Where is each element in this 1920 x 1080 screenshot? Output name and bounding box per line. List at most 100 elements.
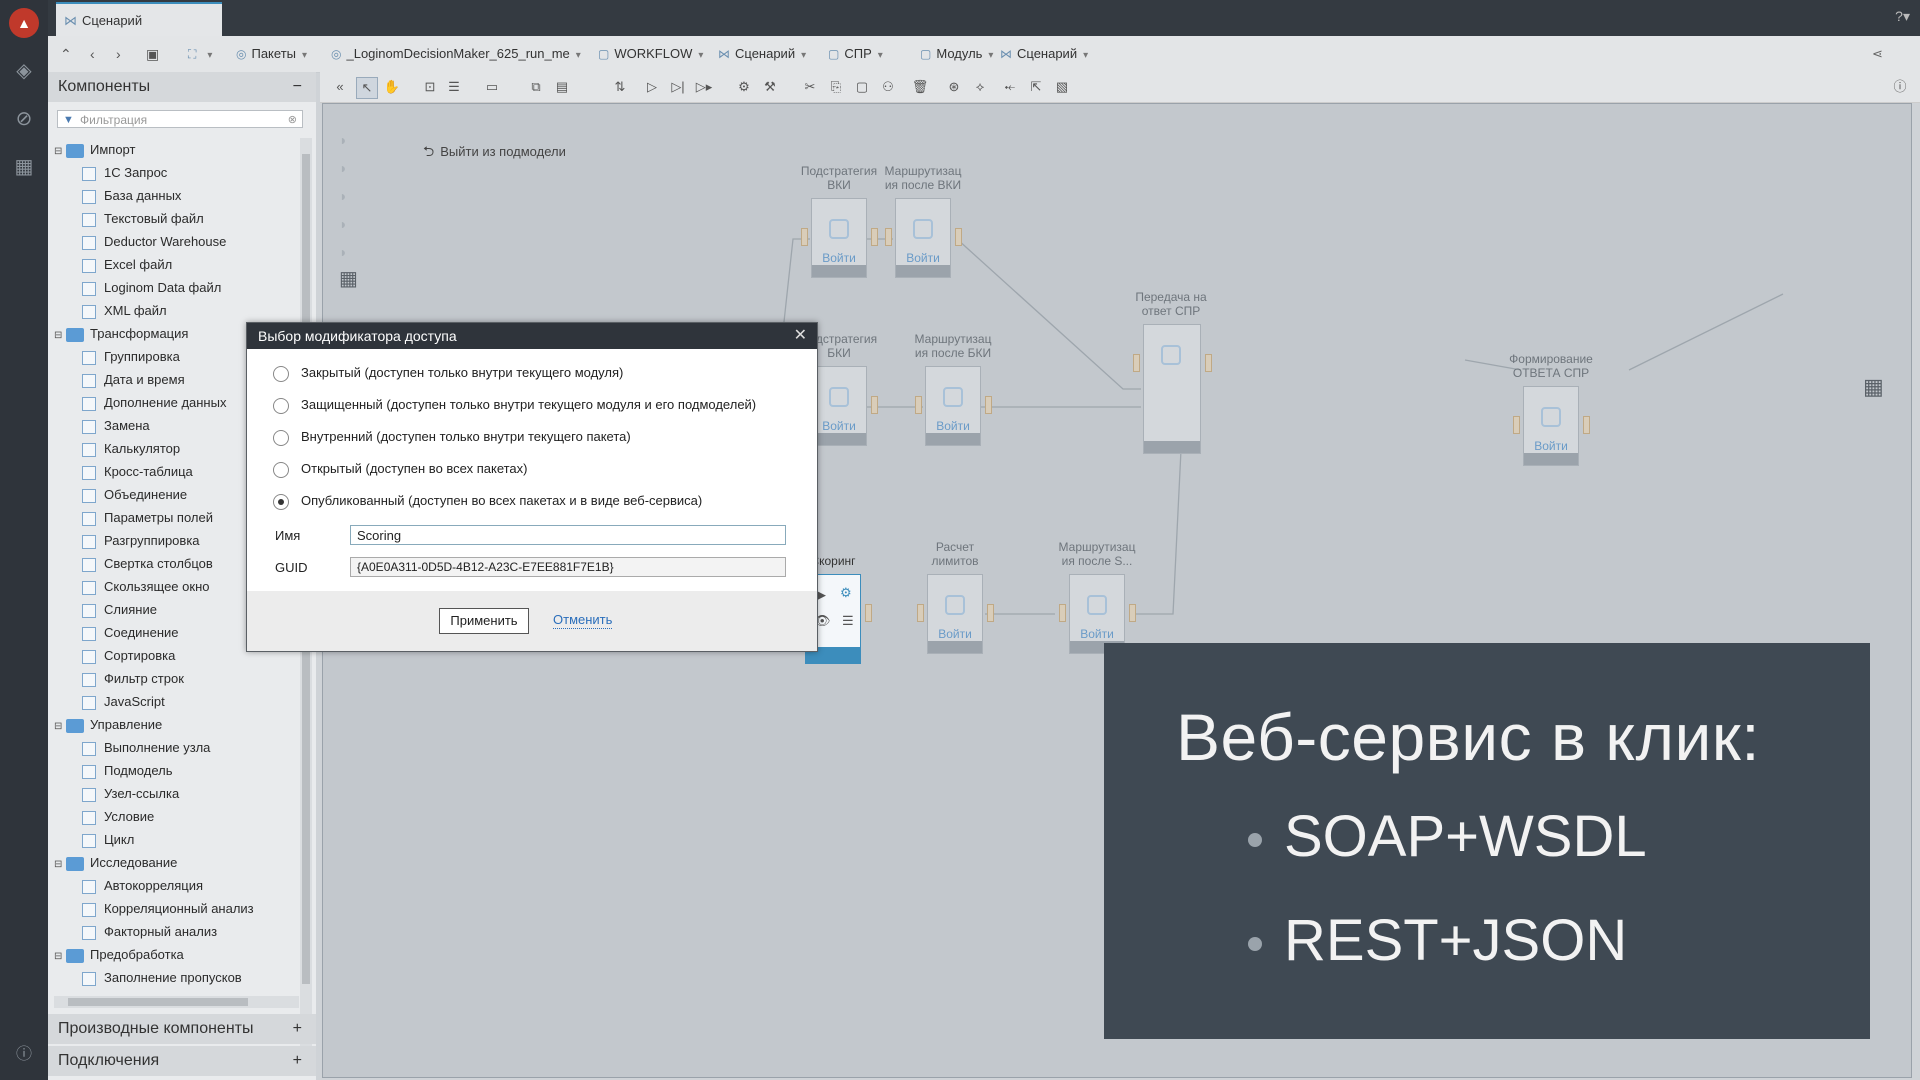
- access-option-radio[interactable]: Закрытый (доступен только внутри текущег…: [273, 363, 623, 383]
- back-up-button[interactable]: ⌃: [60, 36, 72, 72]
- connect-icon[interactable]: ⟡: [970, 77, 990, 97]
- tree-horizontal-scrollbar[interactable]: [54, 996, 299, 1008]
- workflow-node-marsh-vki[interactable]: Войти: [895, 198, 951, 278]
- breadcrumb-root[interactable]: ⛶ ▾: [188, 36, 212, 72]
- tree-item[interactable]: Заполнение пропусков: [82, 966, 242, 989]
- workflow-node-raschet[interactable]: Войти: [927, 574, 983, 654]
- collapse-toggle-icon[interactable]: ⊟: [54, 945, 66, 968]
- save-icon[interactable]: ▣: [146, 36, 159, 72]
- help-icon[interactable]: ?▾: [1895, 8, 1910, 25]
- configure-icon[interactable]: ⚒: [760, 77, 780, 97]
- tree-folder[interactable]: ⊟ Трансформация: [54, 322, 188, 345]
- tree-item[interactable]: Скользящее окно: [82, 575, 209, 598]
- fit-view-icon[interactable]: ⊡: [420, 77, 440, 97]
- close-icon[interactable]: ✕: [794, 323, 807, 349]
- tree-item[interactable]: JavaScript: [82, 690, 165, 713]
- pointer-tool-icon[interactable]: ↖: [356, 77, 378, 99]
- tree-item[interactable]: Loginom Data файл: [82, 276, 221, 299]
- cancel-link[interactable]: Отменить: [553, 612, 613, 629]
- tree-item[interactable]: Дата и время: [82, 368, 185, 391]
- output-port[interactable]: [871, 396, 878, 414]
- info-icon[interactable]: ⓘ: [1890, 77, 1910, 97]
- copy-icon[interactable]: ⎘: [826, 77, 846, 97]
- input-port[interactable]: [1133, 354, 1140, 372]
- breadcrumb-spr[interactable]: ▢ СПР ▾: [828, 36, 883, 72]
- workflow-node-peredacha[interactable]: [1143, 324, 1201, 454]
- guid-field[interactable]: [350, 557, 786, 577]
- tree-item[interactable]: Excel файл: [82, 253, 172, 276]
- tree-item[interactable]: Deductor Warehouse: [82, 230, 226, 253]
- tree-item[interactable]: Разгруппировка: [82, 529, 200, 552]
- grid-icon[interactable]: ▦: [339, 266, 358, 291]
- compass-icon[interactable]: ⊘: [9, 104, 39, 134]
- workflow-node-marsh-bki[interactable]: Войти: [925, 366, 981, 446]
- connections-section[interactable]: Подключения +: [48, 1046, 316, 1076]
- table-icon[interactable]: ▦: [9, 152, 39, 182]
- exit-submodel-button[interactable]: ⮌ Выйти из подмодели: [423, 141, 566, 165]
- collapse-icon[interactable]: −: [293, 72, 302, 102]
- enter-link[interactable]: Войти: [926, 419, 980, 433]
- grid-icon[interactable]: ▦: [1863, 374, 1884, 400]
- output-port[interactable]: [955, 228, 962, 246]
- tree-item[interactable]: Параметры полей: [82, 506, 213, 529]
- output-port[interactable]: [987, 604, 994, 622]
- tree-item[interactable]: Слияние: [82, 598, 157, 621]
- tree-item[interactable]: Условие: [82, 805, 154, 828]
- output-port[interactable]: [1583, 416, 1590, 434]
- settings-icon[interactable]: ⚙: [840, 585, 852, 601]
- info-icon[interactable]: ⓘ: [9, 1040, 39, 1070]
- enter-link[interactable]: Войти: [1070, 627, 1124, 641]
- app-logo-icon[interactable]: ▲: [9, 8, 39, 38]
- output-port[interactable]: [1205, 354, 1212, 372]
- tree-item[interactable]: Корреляционный анализ: [82, 897, 254, 920]
- breadcrumb-scenario[interactable]: ⋈ Сценарий ▾: [718, 36, 806, 72]
- collapse-toggle-icon[interactable]: ⊟: [54, 853, 66, 876]
- tree-item[interactable]: Подмодель: [82, 759, 173, 782]
- input-port[interactable]: [1059, 604, 1066, 622]
- run-icon[interactable]: ▷: [642, 77, 662, 97]
- components-header[interactable]: Компоненты −: [48, 72, 316, 102]
- clear-icon[interactable]: ⊗: [288, 111, 297, 129]
- radio-button-icon[interactable]: [273, 397, 289, 414]
- tree-folder[interactable]: ⊟ Предобработка: [54, 943, 184, 966]
- workflow-node-formir[interactable]: Войти: [1523, 386, 1579, 466]
- list-icon[interactable]: ☰: [842, 613, 854, 629]
- workflow-node-podstr-vki[interactable]: Войти: [811, 198, 867, 278]
- tree-folder[interactable]: ⊟ Управление: [54, 713, 162, 736]
- breadcrumb-package[interactable]: ◎ _LoginomDecisionMaker_625_run_me ▾: [331, 36, 581, 72]
- name-field[interactable]: [350, 525, 786, 545]
- output-port[interactable]: [1129, 604, 1136, 622]
- workflow-node-podstr-bki[interactable]: Войти: [811, 366, 867, 446]
- input-port[interactable]: [915, 396, 922, 414]
- tree-item[interactable]: База данных: [82, 184, 181, 207]
- access-option-radio[interactable]: Защищенный (доступен только внутри текущ…: [273, 395, 756, 415]
- breadcrumb-packages[interactable]: ◎ Пакеты ▾: [236, 36, 307, 72]
- tree-item[interactable]: Фильтр строк: [82, 667, 184, 690]
- input-port[interactable]: [801, 228, 808, 246]
- collapse-toggle-icon[interactable]: ⊟: [54, 140, 66, 163]
- access-option-radio[interactable]: Опубликованный (доступен во всех пакетах…: [273, 491, 702, 511]
- back-button[interactable]: ‹: [90, 36, 95, 72]
- tree-item[interactable]: Группировка: [82, 345, 180, 368]
- radio-button-icon[interactable]: [273, 365, 289, 382]
- tree-item[interactable]: Сортировка: [82, 644, 175, 667]
- tree-item[interactable]: Факторный анализ: [82, 920, 217, 943]
- derived-components-section[interactable]: Производные компоненты +: [48, 1014, 316, 1044]
- expand-icon[interactable]: +: [293, 1014, 302, 1044]
- settings-icon[interactable]: ⚙: [734, 77, 754, 97]
- radio-button-icon[interactable]: [273, 493, 289, 510]
- tree-item[interactable]: Автокорреляция: [82, 874, 203, 897]
- run-step-icon[interactable]: ▷|: [668, 77, 688, 97]
- tree-item[interactable]: Текстовый файл: [82, 207, 204, 230]
- tree-item[interactable]: Свертка столбцов: [82, 552, 213, 575]
- output-port[interactable]: [865, 604, 872, 622]
- paste-icon[interactable]: ▢: [852, 77, 872, 97]
- run-to-icon[interactable]: ▷▸: [694, 77, 714, 97]
- enter-link[interactable]: Войти: [812, 419, 866, 433]
- filter-input[interactable]: ▼ Фильтрация ⊗: [57, 110, 303, 128]
- hand-tool-icon[interactable]: ✋: [382, 77, 402, 97]
- tree-item[interactable]: Объединение: [82, 483, 187, 506]
- layout-icon[interactable]: ▧: [1052, 77, 1072, 97]
- collapse-toggle-icon[interactable]: ⊟: [54, 715, 66, 738]
- cut-icon[interactable]: ✂: [800, 77, 820, 97]
